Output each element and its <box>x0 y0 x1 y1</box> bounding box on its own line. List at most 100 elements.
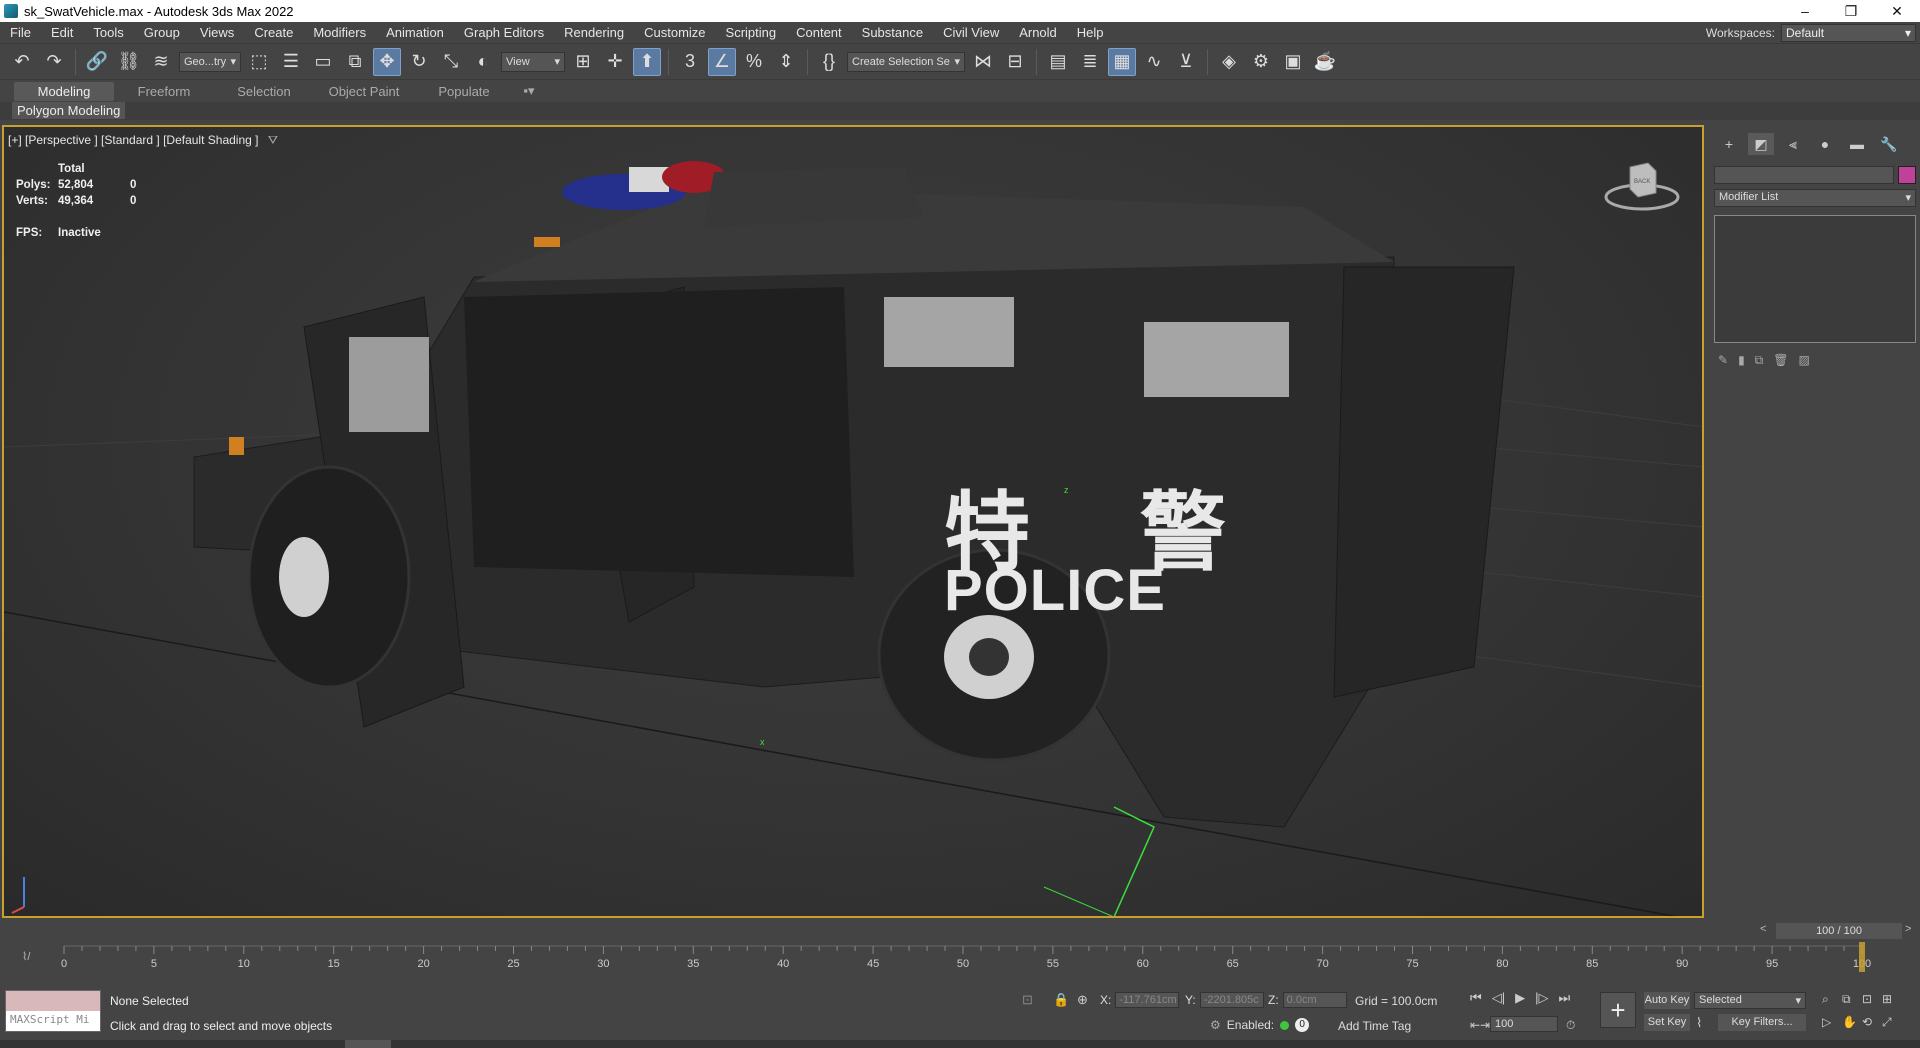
curve-editor-icon[interactable]: ∿ <box>1140 48 1168 76</box>
bind-space-warp-icon[interactable]: ≋ <box>147 48 175 76</box>
maxscript-output[interactable] <box>6 991 100 1011</box>
auto-key-button[interactable]: Auto Key <box>1644 992 1690 1009</box>
next-frame-icon[interactable]: > <box>1905 923 1911 935</box>
key-mode-icon[interactable]: ⇤⇥ <box>1470 1018 1490 1032</box>
undo-icon[interactable]: ↶ <box>8 48 36 76</box>
render-icon[interactable]: ☕ <box>1311 48 1339 76</box>
motion-tab-icon[interactable]: ● <box>1812 133 1838 155</box>
filter-icon[interactable]: ⛛ <box>268 133 278 147</box>
menu-rendering[interactable]: Rendering <box>554 25 634 40</box>
go-to-start-icon[interactable]: ⏮ <box>1470 990 1482 1006</box>
window-crossing-icon[interactable]: ⧉ <box>341 48 369 76</box>
configure-modifier-sets-icon[interactable]: ▨ <box>1798 353 1809 368</box>
trackbar[interactable]: 0510152025303540455055606570758085909510… <box>0 942 1920 976</box>
named-selection-dropdown[interactable]: Create Selection Se ▾ <box>847 51 965 72</box>
display-tab-icon[interactable]: ▬ <box>1844 133 1870 155</box>
tab-object-paint[interactable]: Object Paint <box>314 82 414 101</box>
create-tab-icon[interactable]: + <box>1716 133 1742 155</box>
menu-graph-editors[interactable]: Graph Editors <box>454 25 554 40</box>
scrollbar-thumb[interactable] <box>345 1040 391 1048</box>
menu-scripting[interactable]: Scripting <box>716 25 787 40</box>
schematic-view-icon[interactable]: ⊻ <box>1172 48 1200 76</box>
menu-modifiers[interactable]: Modifiers <box>303 25 376 40</box>
menu-help[interactable]: Help <box>1067 25 1114 40</box>
make-unique-icon[interactable]: ⧉ <box>1755 353 1764 368</box>
select-object-icon[interactable]: ⬚ <box>245 48 273 76</box>
selection-set-dropdown[interactable]: Selected ▾ <box>1694 992 1806 1009</box>
remove-modifier-icon[interactable]: 🗑 <box>1773 353 1788 368</box>
select-rotate-icon[interactable]: ↻ <box>405 48 433 76</box>
keyboard-shortcut-override-icon[interactable]: ⬆ <box>633 47 661 76</box>
menu-group[interactable]: Group <box>134 25 190 40</box>
ribbon-options-icon[interactable]: ▪▾ <box>514 81 544 101</box>
redo-icon[interactable]: ↷ <box>40 48 68 76</box>
key-filters-button[interactable]: Key Filters... <box>1718 1014 1806 1031</box>
orbit-icon[interactable]: ⟲ <box>1862 1015 1882 1030</box>
menu-substance[interactable]: Substance <box>852 25 933 40</box>
percent-snap-icon[interactable]: % <box>740 48 768 76</box>
coord-z-field[interactable]: 0.0cm <box>1282 992 1347 1008</box>
menu-arnold[interactable]: Arnold <box>1009 25 1067 40</box>
next-key-icon[interactable]: |▷ <box>1535 990 1548 1006</box>
angle-snap-icon[interactable]: ∠ <box>708 47 736 76</box>
show-end-result-icon[interactable]: ▮ <box>1738 353 1745 368</box>
rect-region-icon[interactable]: ▭ <box>309 48 337 76</box>
zoom-all-icon[interactable]: ⧉ <box>1842 992 1862 1007</box>
select-manipulate-icon[interactable]: ✛ <box>601 48 629 76</box>
maxscript-input[interactable]: MAXScript Mi <box>6 1011 100 1031</box>
zoom-icon[interactable]: ⌕ <box>1822 992 1842 1007</box>
tab-populate[interactable]: Populate <box>414 82 514 101</box>
zoom-extents-all-icon[interactable]: ⊞ <box>1882 992 1902 1007</box>
modifier-list-dropdown[interactable]: Modifier List ▾ <box>1714 189 1916 207</box>
play-icon[interactable]: ▶ <box>1515 990 1525 1006</box>
menu-tools[interactable]: Tools <box>83 25 133 40</box>
isolate-selection-icon[interactable]: ⊡ <box>1022 992 1033 1008</box>
link-icon[interactable]: 🔗 <box>83 48 111 76</box>
tab-freeform[interactable]: Freeform <box>114 82 214 101</box>
selection-lock-icon[interactable]: 🔒 <box>1053 992 1069 1008</box>
render-setup-icon[interactable]: ⚙ <box>1247 48 1275 76</box>
pin-stack-icon[interactable]: ✎ <box>1718 353 1728 368</box>
menu-views[interactable]: Views <box>190 25 244 40</box>
go-to-end-icon[interactable]: ⏭ <box>1558 990 1570 1006</box>
tab-modeling[interactable]: Modeling <box>14 81 114 101</box>
selection-filter-dropdown[interactable]: Geo...try ▾ <box>179 51 241 72</box>
scene-explorer-icon[interactable]: ▤ <box>1044 48 1072 76</box>
mirror-icon[interactable]: ⋈ <box>969 48 997 76</box>
tab-selection[interactable]: Selection <box>214 82 314 101</box>
pan-icon[interactable]: ✋ <box>1842 1015 1862 1030</box>
hierarchy-tab-icon[interactable]: ⫷ <box>1780 133 1806 155</box>
time-slider[interactable]: < 100 / 100 > <box>0 922 1920 940</box>
bottom-scrollbar[interactable] <box>0 1040 1920 1048</box>
viewcube[interactable]: BACK <box>1602 157 1682 217</box>
select-scale-icon[interactable]: ⤡ <box>437 48 465 76</box>
default-tangents-icon[interactable]: ⌇ <box>1696 1015 1702 1031</box>
viewport-label-menu[interactable]: [+] [Perspective ] [Standard ] [Default … <box>8 133 278 148</box>
coord-y-field[interactable]: -2201.805c <box>1199 992 1264 1008</box>
add-time-tag[interactable]: Add Time Tag <box>1338 1019 1411 1033</box>
snaps-icon[interactable]: 3 <box>676 48 704 76</box>
maxscript-listener[interactable]: MAXScript Mi <box>5 990 101 1032</box>
menu-customize[interactable]: Customize <box>634 25 715 40</box>
close-button[interactable]: ✕ <box>1874 0 1920 22</box>
set-keys-button[interactable]: + <box>1600 992 1636 1028</box>
zoom-extents-icon[interactable]: ⊡ <box>1862 992 1882 1007</box>
menu-create[interactable]: Create <box>244 25 303 40</box>
select-move-icon[interactable]: ✥ <box>373 47 401 76</box>
adaptive-degradation-icon[interactable]: ⚙ <box>1210 1018 1221 1032</box>
field-of-view-icon[interactable]: ▷ <box>1822 1015 1842 1030</box>
enabled-counter[interactable]: 0 <box>1295 1018 1310 1032</box>
menu-edit[interactable]: Edit <box>41 25 83 40</box>
ref-coord-dropdown[interactable]: View ▾ <box>501 51 565 72</box>
restore-button[interactable]: ❐ <box>1828 0 1874 22</box>
menu-file[interactable]: File <box>0 25 41 40</box>
modifier-stack[interactable] <box>1714 215 1916 343</box>
prev-frame-icon[interactable]: < <box>1760 923 1766 935</box>
coord-x-field[interactable]: -117.761cm <box>1115 992 1180 1008</box>
placement-icon[interactable]: ◐ <box>469 48 497 76</box>
toggle-ribbon-icon[interactable]: ▦ <box>1108 47 1136 76</box>
time-slider-thumb[interactable]: 100 / 100 <box>1776 923 1902 939</box>
polygon-modeling-panel[interactable]: Polygon Modeling <box>12 102 126 119</box>
minimize-button[interactable]: – <box>1782 0 1828 22</box>
maximize-viewport-icon[interactable]: ⤢ <box>1882 1015 1902 1030</box>
